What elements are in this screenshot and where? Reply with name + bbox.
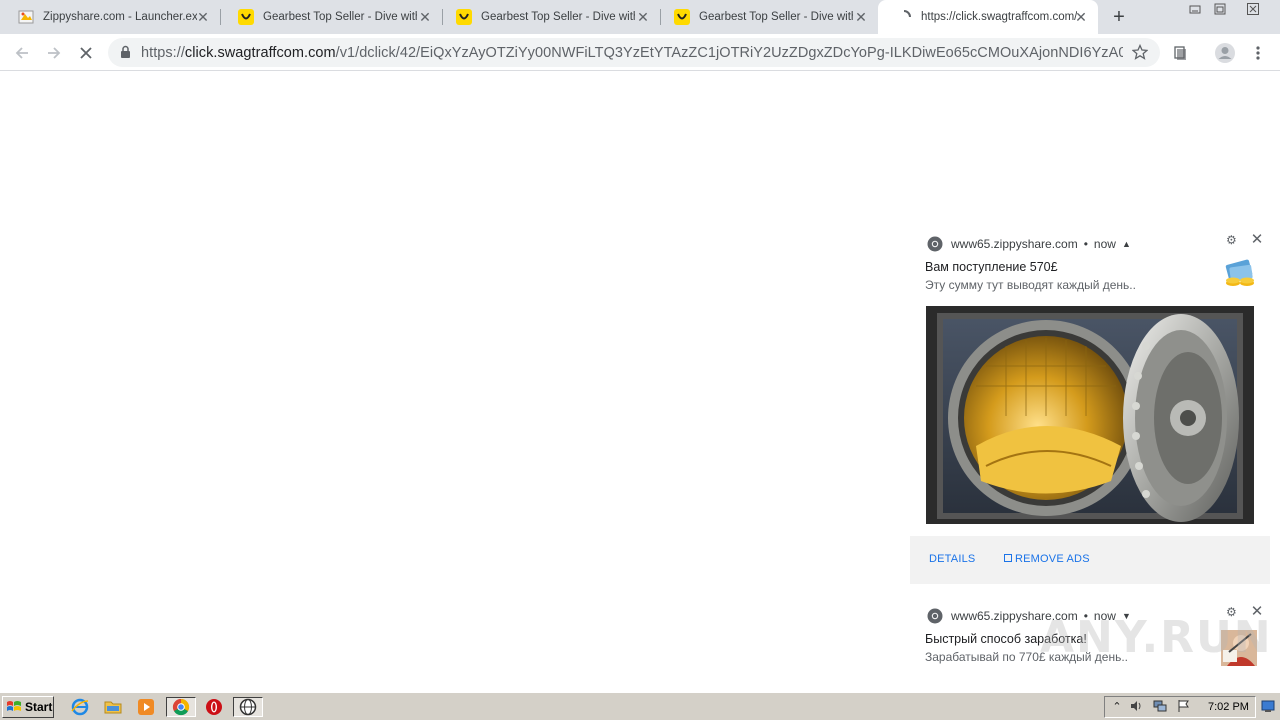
chevron-up-icon[interactable]: ⌃	[1110, 699, 1124, 713]
checkbox-icon	[1004, 554, 1012, 562]
taskbar-clock[interactable]: 7:02 PM	[1208, 701, 1249, 713]
chrome-taskbar-icon[interactable]	[166, 697, 196, 717]
back-button[interactable]	[10, 41, 34, 65]
file-explorer-icon[interactable]	[101, 697, 125, 717]
tab-close-icon[interactable]: ✕	[1074, 10, 1088, 24]
internet-explorer-icon[interactable]	[68, 697, 92, 717]
minimize-icon[interactable]	[1184, 0, 1206, 18]
tab-gearbest-2[interactable]: Gearbest Top Seller - Dive with C ✕	[438, 0, 661, 34]
extension-icon[interactable]	[1168, 41, 1192, 65]
globe-app-icon[interactable]	[233, 697, 263, 717]
details-button[interactable]: DETAILS	[929, 553, 975, 565]
forward-arrow-icon	[48, 47, 61, 59]
media-player-icon[interactable]	[134, 697, 158, 717]
opera-icon[interactable]	[202, 697, 226, 717]
tab-gearbest-3[interactable]: Gearbest Top Seller - Dive with C ✕	[656, 0, 878, 34]
tab-title: Zippyshare.com - Launcher.exe	[43, 11, 197, 23]
tab-close-icon[interactable]: ✕	[636, 10, 650, 24]
menu-kebab-icon[interactable]	[1246, 41, 1270, 65]
forward-button[interactable]	[42, 41, 66, 65]
notification-time: now	[1093, 237, 1116, 251]
tab-title: Gearbest Top Seller - Dive with C	[263, 11, 417, 23]
chrome-icon	[927, 236, 943, 252]
tab-close-icon[interactable]: ✕	[418, 10, 432, 24]
tab-swagtraff-active[interactable]: https://click.swagtraffcom.com/ ✕	[878, 0, 1098, 34]
volume-icon[interactable]	[1129, 699, 1143, 713]
start-button[interactable]: Start	[2, 696, 54, 718]
browser-toolbar: https://click.swagtraffcom.com/v1/dclick…	[0, 34, 1280, 71]
loading-spinner-icon	[896, 9, 912, 25]
lock-icon	[120, 45, 131, 62]
tab-gearbest-1[interactable]: Gearbest Top Seller - Dive with C ✕	[220, 0, 443, 34]
notification-title: Вам поступление 570£	[925, 260, 1058, 274]
url-scheme: https://	[141, 45, 185, 61]
profile-avatar-icon[interactable]	[1213, 41, 1237, 65]
address-bar[interactable]: https://click.swagtraffcom.com/v1/dclick…	[108, 38, 1160, 67]
windows-taskbar: Start ⌃ 7:02 PM	[0, 692, 1280, 720]
chevron-up-icon[interactable]: ▲	[1122, 239, 1131, 249]
chrome-icon	[927, 608, 943, 624]
notification-origin: www65.zippyshare.com	[951, 237, 1078, 251]
stop-loading-button[interactable]	[74, 41, 98, 65]
notification-actions: DETAILS REMOVE ADS	[910, 536, 1270, 584]
start-label: Start	[25, 700, 53, 714]
tab-title: Gearbest Top Seller - Dive with C	[481, 11, 635, 23]
windows-logo-icon	[7, 701, 21, 711]
bookmark-star-icon[interactable]	[1131, 43, 1149, 63]
close-window-icon[interactable]	[1242, 0, 1264, 18]
flag-icon[interactable]	[1177, 699, 1191, 713]
notification-vault-image	[926, 306, 1254, 524]
tab-title: https://click.swagtraffcom.com/	[921, 11, 1077, 23]
notification-body: Эту сумму тут выводят каждый день..	[925, 278, 1136, 292]
tab-zippyshare[interactable]: Zippyshare.com - Launcher.exe ✕	[0, 0, 221, 34]
tab-close-icon[interactable]: ✕	[196, 10, 210, 24]
remove-ads-button[interactable]: REMOVE ADS	[1004, 553, 1090, 565]
notification-header: www65.zippyshare.com • now ▲	[927, 236, 1131, 252]
new-tab-button[interactable]: +	[1108, 6, 1130, 28]
show-desktop-icon[interactable]	[1261, 699, 1275, 713]
url-path: /v1/dclick/42/EiQxYzAyOTZiYy00NWFiLTQ3Yz…	[335, 45, 1123, 61]
notification-money-icon	[1223, 256, 1257, 290]
zippyshare-favicon-icon	[18, 9, 34, 25]
bullet-separator: •	[1083, 237, 1088, 251]
url-host: click.swagtraffcom.com	[184, 45, 336, 61]
notification-card[interactable]: www65.zippyshare.com • now ▲ ⚙ ✕ Вам пос…	[910, 228, 1270, 588]
close-icon[interactable]: ✕	[1250, 232, 1264, 247]
gearbest-favicon-icon	[674, 9, 690, 25]
gearbest-favicon-icon	[238, 9, 254, 25]
network-icon[interactable]	[1153, 699, 1167, 713]
back-arrow-icon	[15, 47, 28, 59]
restore-icon[interactable]	[1209, 0, 1231, 18]
gear-icon[interactable]: ⚙	[1226, 234, 1238, 246]
close-icon	[80, 47, 92, 59]
remove-ads-label: REMOVE ADS	[1015, 553, 1090, 565]
tab-title: Gearbest Top Seller - Dive with C	[699, 11, 853, 23]
tab-close-icon[interactable]: ✕	[854, 10, 868, 24]
watermark-text: ANY.RUN	[1040, 612, 1273, 663]
gearbest-favicon-icon	[456, 9, 472, 25]
address-url: https://click.swagtraffcom.com/v1/dclick…	[141, 45, 1123, 61]
tab-strip: Zippyshare.com - Launcher.exe ✕ Gearbest…	[0, 0, 1280, 34]
